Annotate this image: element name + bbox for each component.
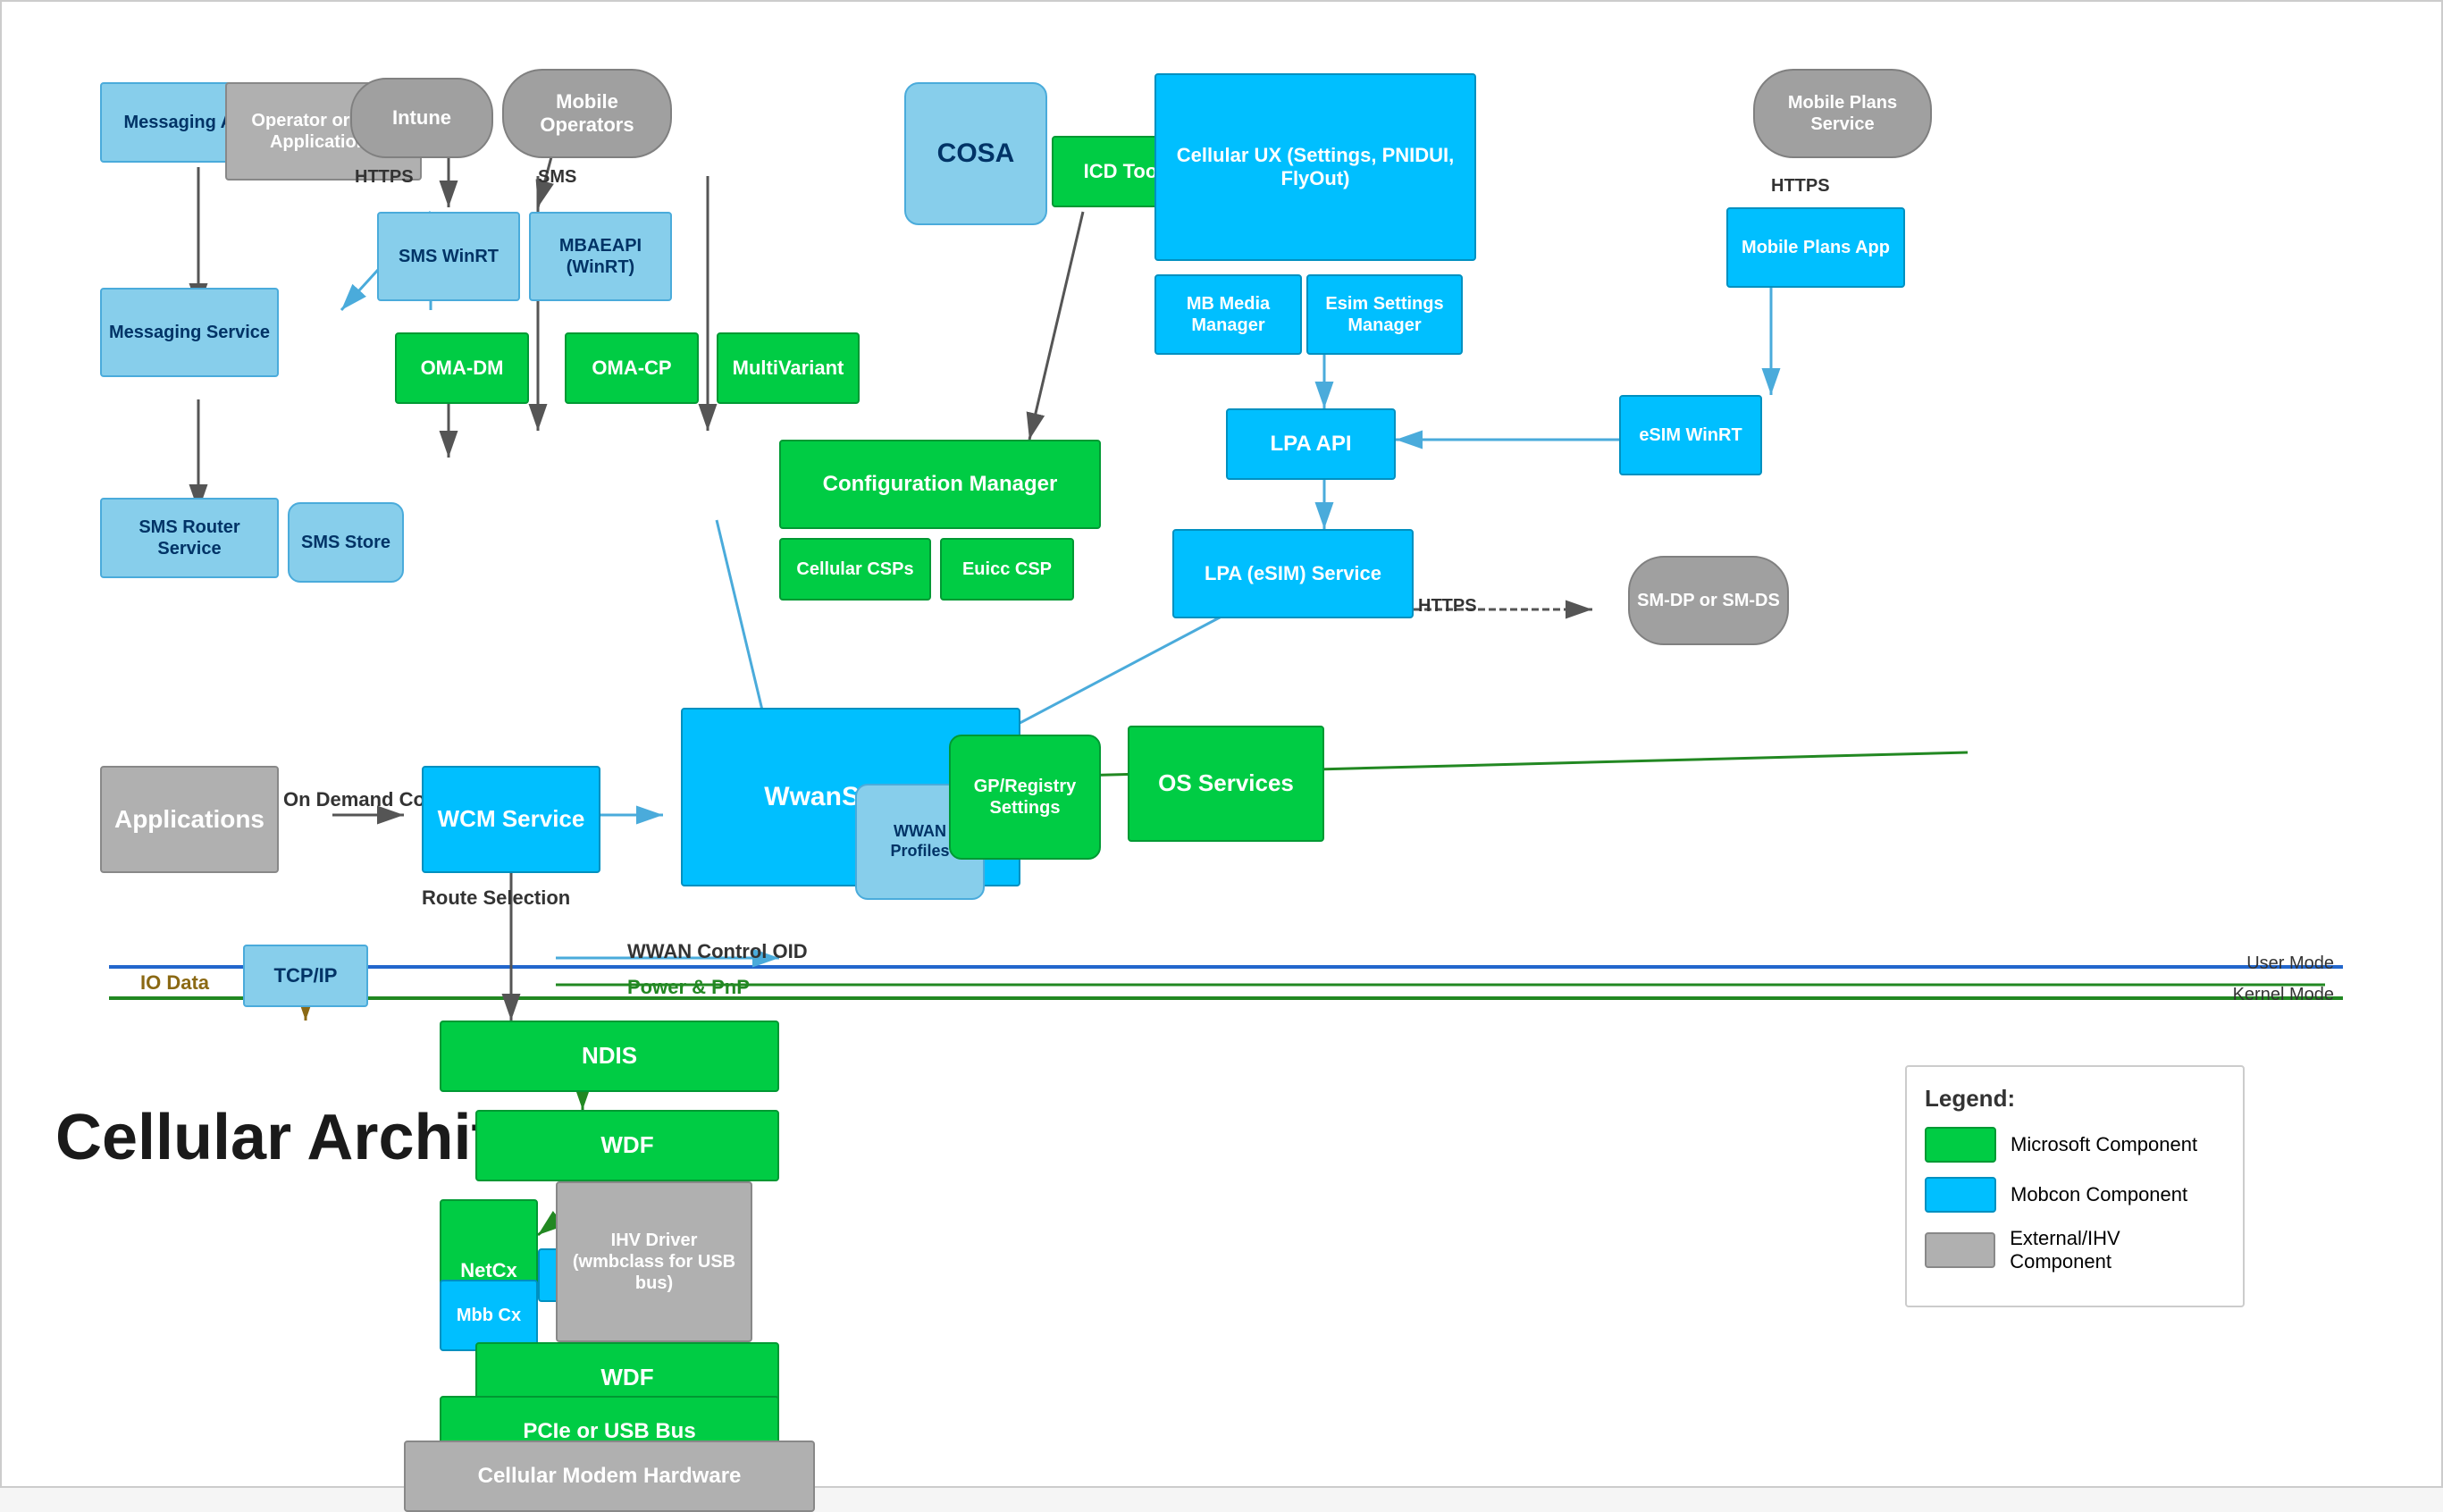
applications-box: Applications: [100, 766, 279, 873]
sms-router-box: SMS Router Service: [100, 498, 279, 578]
tcpip-box: TCP/IP: [243, 945, 368, 1007]
mobile-plans-service-cloud: Mobile Plans Service: [1753, 69, 1932, 158]
esim-winrt-box: eSIM WinRT: [1619, 395, 1762, 475]
lpa-esim-box: LPA (eSIM) Service: [1172, 529, 1414, 618]
diagram-container: Cellular Architecture Messaging App Mess…: [0, 0, 2443, 1488]
mb-media-box: MB Media Manager: [1154, 274, 1302, 355]
legend-microsoft: Microsoft Component: [1925, 1127, 2225, 1163]
mbbcx-box: Mbb Cx: [440, 1280, 538, 1351]
mobile-operators-cloud: Mobile Operators: [502, 69, 672, 158]
gp-registry-box: GP/Registry Settings: [949, 735, 1101, 860]
oma-cp-box: OMA-CP: [565, 332, 699, 404]
https-label-2: HTTPS: [1418, 596, 1477, 617]
https-label-1: HTTPS: [355, 167, 414, 188]
oma-dm-box: OMA-DM: [395, 332, 529, 404]
wdf-upper-box: WDF: [475, 1110, 779, 1181]
smdp-cloud: SM-DP or SM-DS: [1628, 556, 1789, 645]
cellular-ux-box: Cellular UX (Settings, PNIDUI, FlyOut): [1154, 73, 1476, 261]
lpa-api-box: LPA API: [1226, 408, 1396, 480]
euicc-csp-box: Euicc CSP: [940, 538, 1074, 601]
legend-container: Legend: Microsoft Component Mobcon Compo…: [1905, 1065, 2245, 1307]
mobile-plans-app-box: Mobile Plans App: [1726, 207, 1905, 288]
route-selection-label: Route Selection: [422, 886, 570, 910]
intune-cloud: Intune: [350, 78, 493, 158]
cosa-box: COSA: [904, 82, 1047, 225]
ndis-box: NDIS: [440, 1021, 779, 1092]
mbaeapi-box: MBAEAPI (WinRT): [529, 212, 672, 301]
wwan-control-oid-label: WWAN Control OID: [627, 940, 808, 963]
sms-store-box: SMS Store: [288, 502, 404, 583]
ihv-driver-box: IHV Driver (wmbclass for USB bus): [556, 1181, 752, 1342]
cellular-csps-box: Cellular CSPs: [779, 538, 931, 601]
messaging-service-box: Messaging Service: [100, 288, 279, 377]
cellular-modem-box: Cellular Modem Hardware: [404, 1441, 815, 1512]
sms-label: SMS: [538, 167, 576, 188]
legend-title: Legend:: [1925, 1085, 2225, 1113]
wcm-service-box: WCM Service: [422, 766, 600, 873]
sms-winrt-box: SMS WinRT: [377, 212, 520, 301]
os-services-box: OS Services: [1128, 726, 1324, 842]
legend-external: External/IHV Component: [1925, 1227, 2225, 1273]
config-manager-box: Configuration Manager: [779, 440, 1101, 529]
legend-mobcon: Mobcon Component: [1925, 1177, 2225, 1213]
multivariant-box: MultiVariant: [717, 332, 860, 404]
kernel-mode-label: Kernel Mode: [2233, 985, 2334, 1005]
power-pnp-label: Power & PnP: [627, 976, 750, 999]
https-label-3: HTTPS: [1771, 176, 1830, 197]
io-data-label: IO Data: [140, 971, 209, 995]
esim-settings-box: Esim Settings Manager: [1306, 274, 1463, 355]
user-mode-label: User Mode: [2246, 953, 2334, 974]
